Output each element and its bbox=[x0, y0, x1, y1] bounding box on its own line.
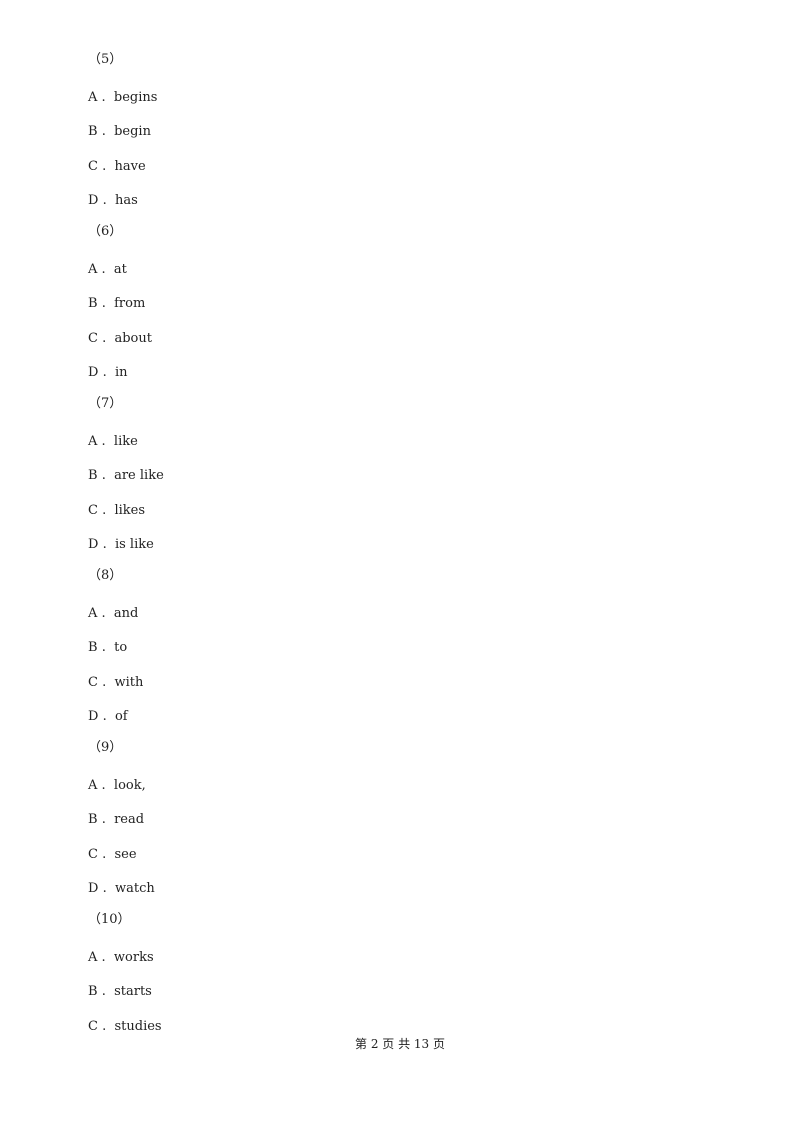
option-letter: B bbox=[88, 468, 98, 483]
option-separator: . bbox=[97, 434, 114, 449]
option-letter: B bbox=[88, 124, 98, 139]
option-letter: C bbox=[88, 675, 98, 690]
answer-option: C . about bbox=[88, 331, 152, 347]
option-letter: D bbox=[88, 881, 99, 896]
answer-option: A . look, bbox=[88, 778, 146, 794]
option-separator: . bbox=[97, 950, 114, 965]
answer-option: B . begin bbox=[88, 124, 151, 140]
option-separator: . bbox=[98, 881, 115, 896]
answer-option: C . have bbox=[88, 159, 146, 175]
option-text: of bbox=[114, 709, 128, 724]
option-separator: . bbox=[97, 296, 115, 311]
question-number: （7） bbox=[88, 396, 123, 411]
option-separator: . bbox=[97, 606, 114, 621]
answer-option: B . are like bbox=[88, 468, 164, 484]
option-letter: D bbox=[88, 365, 99, 380]
option-separator: . bbox=[97, 90, 114, 105]
answer-option: B . from bbox=[88, 296, 145, 312]
option-letter: A bbox=[88, 262, 98, 277]
option-text: studies bbox=[114, 1019, 162, 1034]
answer-option: D . of bbox=[88, 709, 128, 725]
answer-option: A . at bbox=[88, 262, 127, 278]
option-text: works bbox=[113, 950, 154, 965]
option-letter: C bbox=[88, 847, 98, 862]
answer-option: D . is like bbox=[88, 537, 154, 553]
answer-option: A . and bbox=[88, 606, 138, 622]
option-separator: . bbox=[97, 778, 114, 793]
page-footer: 第 2 页 共 13 页 bbox=[355, 1037, 445, 1051]
option-separator: . bbox=[97, 812, 115, 827]
option-text: in bbox=[114, 365, 128, 380]
question-number: （6） bbox=[88, 224, 123, 239]
answer-option: A . like bbox=[88, 434, 138, 450]
option-text: like bbox=[113, 434, 138, 449]
answer-option: C . studies bbox=[88, 1019, 162, 1035]
option-separator: . bbox=[97, 847, 115, 862]
option-letter: C bbox=[88, 503, 98, 518]
answer-option: B . to bbox=[88, 640, 127, 656]
option-letter: B bbox=[88, 812, 98, 827]
option-text: watch bbox=[114, 881, 155, 896]
option-text: is like bbox=[114, 537, 154, 552]
answer-option: C . with bbox=[88, 675, 143, 691]
option-text: begins bbox=[113, 90, 158, 105]
option-separator: . bbox=[98, 193, 115, 208]
option-separator: . bbox=[98, 709, 115, 724]
answer-option: A . begins bbox=[88, 90, 157, 106]
option-separator: . bbox=[97, 331, 115, 346]
option-letter: C bbox=[88, 331, 98, 346]
option-letter: A bbox=[88, 434, 98, 449]
option-text: begin bbox=[114, 124, 151, 139]
option-letter: A bbox=[88, 606, 98, 621]
answer-option: D . watch bbox=[88, 881, 155, 897]
answer-option: A . works bbox=[88, 950, 154, 966]
answer-option: D . in bbox=[88, 365, 128, 381]
option-separator: . bbox=[98, 537, 115, 552]
question-number: （10） bbox=[88, 912, 131, 927]
option-text: about bbox=[114, 331, 152, 346]
option-letter: D bbox=[88, 709, 99, 724]
option-separator: . bbox=[97, 262, 114, 277]
option-letter: B bbox=[88, 296, 98, 311]
question-number: （8） bbox=[88, 568, 123, 583]
option-letter: C bbox=[88, 159, 98, 174]
option-separator: . bbox=[97, 124, 115, 139]
option-letter: D bbox=[88, 537, 99, 552]
answer-option: D . has bbox=[88, 193, 138, 209]
option-letter: C bbox=[88, 1019, 98, 1034]
option-text: to bbox=[114, 640, 128, 655]
option-text: are like bbox=[114, 468, 164, 483]
option-text: starts bbox=[114, 984, 152, 999]
option-text: and bbox=[113, 606, 139, 621]
option-letter: A bbox=[88, 90, 98, 105]
option-letter: D bbox=[88, 193, 99, 208]
option-separator: . bbox=[97, 675, 115, 690]
option-letter: B bbox=[88, 984, 98, 999]
option-separator: . bbox=[97, 503, 115, 518]
option-text: read bbox=[114, 812, 145, 827]
option-text: look, bbox=[113, 778, 146, 793]
option-separator: . bbox=[98, 365, 115, 380]
option-text: see bbox=[114, 847, 137, 862]
option-letter: A bbox=[88, 778, 98, 793]
option-separator: . bbox=[97, 468, 115, 483]
option-text: at bbox=[113, 262, 127, 277]
option-letter: A bbox=[88, 950, 98, 965]
answer-option: B . read bbox=[88, 812, 144, 828]
answer-option: C . likes bbox=[88, 503, 145, 519]
option-text: has bbox=[114, 193, 138, 208]
option-letter: B bbox=[88, 640, 98, 655]
option-separator: . bbox=[97, 159, 115, 174]
option-text: from bbox=[114, 296, 146, 311]
option-separator: . bbox=[97, 1019, 115, 1034]
option-separator: . bbox=[97, 640, 115, 655]
option-text: likes bbox=[114, 503, 146, 518]
question-number: （5） bbox=[88, 52, 123, 67]
answer-option: C . see bbox=[88, 847, 137, 863]
option-text: with bbox=[114, 675, 144, 690]
option-separator: . bbox=[97, 984, 115, 999]
question-number: （9） bbox=[88, 740, 123, 755]
option-text: have bbox=[114, 159, 146, 174]
answer-option: B . starts bbox=[88, 984, 152, 1000]
